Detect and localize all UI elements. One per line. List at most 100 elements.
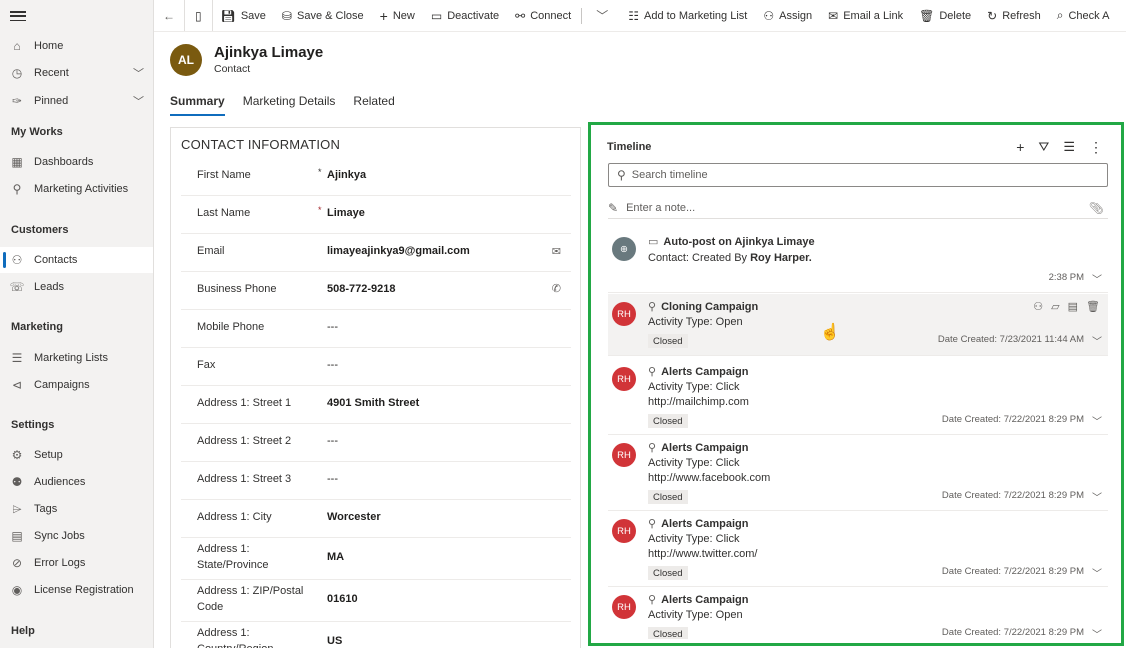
sidebar-item-setup[interactable]: ⚙ Setup xyxy=(0,442,153,468)
phone-person-icon: ☏ xyxy=(9,280,25,294)
sidebar-item-label: Marketing Activities xyxy=(34,183,129,195)
sidebar-item-audiences[interactable]: ⚉ Audiences xyxy=(0,469,153,495)
sidebar-item-marketing-lists[interactable]: ☰ Marketing Lists xyxy=(0,345,153,371)
timeline-item[interactable]: RH ⚲ Alerts Campaign Activity Type: Clic… xyxy=(608,511,1108,587)
save-button[interactable]: 💾︎ Save xyxy=(213,0,274,31)
assign-icon[interactable]: ⚇ xyxy=(1033,300,1043,313)
phone-icon[interactable]: ✆ xyxy=(552,282,561,295)
sidebar-item-home[interactable]: ⌂ Home xyxy=(0,33,153,59)
field-value[interactable]: limayeajinkya9@gmail.com xyxy=(327,245,470,257)
attachment-icon[interactable]: 📎︎ xyxy=(1089,201,1104,215)
save-close-button[interactable]: ⛁ Save & Close xyxy=(274,0,372,31)
timeline-note-input[interactable]: ✎ Enter a note... 📎︎ xyxy=(608,197,1108,219)
sidebar-item-pinned[interactable]: ✑ Pinned ﹀ xyxy=(0,88,153,114)
field-street-3[interactable]: Address 1: Street 3 --- xyxy=(181,462,571,500)
field-value[interactable]: 508-772-9218 xyxy=(327,283,396,295)
chevron-down-icon[interactable]: ﹀ xyxy=(1092,626,1102,639)
field-value[interactable]: 4901 Smith Street xyxy=(327,397,419,409)
sidebar-item-marketing-activities[interactable]: ⚲ Marketing Activities xyxy=(0,176,153,202)
form-view-button[interactable]: ▯ xyxy=(185,0,212,31)
sidebar-item-recent[interactable]: ◷ Recent ﹀ xyxy=(0,60,153,86)
chevron-down-icon[interactable]: ﹀ xyxy=(133,65,144,81)
field-value[interactable]: Worcester xyxy=(327,511,381,523)
field-fax[interactable]: Fax --- xyxy=(181,348,571,386)
sidebar-item-dashboards[interactable]: ▦ Dashboards xyxy=(0,149,153,175)
chevron-down-icon[interactable]: ﹀ xyxy=(1092,333,1102,348)
sidebar-item-label: Leads xyxy=(34,281,64,293)
sidebar-item-tags[interactable]: ⌲ Tags xyxy=(0,496,153,522)
field-street-1[interactable]: Address 1: Street 1 4901 Smith Street xyxy=(181,386,571,424)
field-value[interactable]: Ajinkya xyxy=(327,169,366,181)
field-first-name[interactable]: First Name * Ajinkya xyxy=(181,158,571,196)
activity-type: Activity Type: Click xyxy=(648,381,740,393)
field-state-province[interactable]: Address 1: State/Province MA xyxy=(181,538,571,580)
timeline-autopost[interactable]: ⊕ ▭ Auto-post on Ajinkya Limaye Contact:… xyxy=(608,229,1108,293)
add-to-marketing-list-button[interactable]: ☷ Add to Marketing List xyxy=(620,0,755,31)
timeline-item[interactable]: RH ⚲ Alerts Campaign Activity Type: Open… xyxy=(608,587,1108,639)
field-business-phone[interactable]: Business Phone 508-772-9218 ✆ xyxy=(181,272,571,310)
field-mobile-phone[interactable]: Mobile Phone --- xyxy=(181,310,571,348)
tab-marketing-details[interactable]: Marketing Details xyxy=(243,94,336,116)
field-value[interactable]: US xyxy=(327,635,342,647)
save-label: Save xyxy=(240,9,266,22)
sidebar-item-license-registration[interactable]: ◉ License Registration xyxy=(0,577,153,603)
chevron-down-icon[interactable]: ﹀ xyxy=(133,93,144,109)
email-link-button[interactable]: ✉ Email a Link xyxy=(820,0,911,31)
back-button[interactable]: ← xyxy=(154,0,184,31)
sidebar-item-sync-jobs[interactable]: ▤ Sync Jobs xyxy=(0,523,153,549)
field-value[interactable]: --- xyxy=(327,359,338,371)
timeline-item-title: ⚲ Cloning Campaign xyxy=(648,300,758,314)
timeline-item[interactable]: RH ⚲ Cloning Campaign Activity Type: Ope… xyxy=(608,294,1108,356)
sidebar-item-error-logs[interactable]: ⊘ Error Logs xyxy=(0,550,153,576)
field-email[interactable]: Email limayeajinkya9@gmail.com ✉ xyxy=(181,234,571,272)
connect-button[interactable]: ⚯ Connect xyxy=(507,0,579,31)
field-street-2[interactable]: Address 1: Street 2 --- xyxy=(181,424,571,462)
send-email-icon[interactable]: ✉ xyxy=(552,245,561,258)
field-value[interactable]: --- xyxy=(327,435,338,447)
field-value[interactable]: 01610 xyxy=(327,593,358,605)
field-value[interactable]: --- xyxy=(327,321,338,333)
field-country-region[interactable]: Address 1: Country/Region US xyxy=(181,622,571,648)
field-city[interactable]: Address 1: City Worcester xyxy=(181,500,571,538)
gear-icon: ⚙ xyxy=(11,448,23,462)
timeline-search-input[interactable]: ⚲ Search timeline xyxy=(608,163,1108,187)
sidebar-item-campaigns[interactable]: ⊲ Campaigns xyxy=(0,372,153,398)
more-options-icon[interactable]: ⋮ xyxy=(1089,139,1103,156)
open-record-icon[interactable]: ▤ xyxy=(1068,300,1078,313)
chevron-down-icon[interactable]: ﹀ xyxy=(1092,271,1102,286)
filter-icon[interactable]: ⛛ xyxy=(1038,139,1049,156)
timeline-item-title: ▭ Auto-post on Ajinkya Limaye xyxy=(648,235,815,249)
chevron-down-icon[interactable]: ﹀ xyxy=(1092,489,1102,504)
sidebar-item-contacts[interactable]: ⚇ Contacts xyxy=(0,247,153,273)
chevron-down-icon[interactable]: ﹀ xyxy=(1092,413,1102,428)
field-value[interactable]: --- xyxy=(327,473,338,485)
hamburger-menu-icon[interactable] xyxy=(10,8,26,24)
add-icon[interactable]: + xyxy=(1016,139,1024,156)
chevron-down-icon[interactable]: ﹀ xyxy=(1092,565,1102,580)
license-icon: ◉ xyxy=(11,583,23,597)
connect-dropdown-button[interactable]: ﹀ xyxy=(584,0,620,31)
field-last-name[interactable]: Last Name * Limaye xyxy=(181,196,571,234)
delete-button[interactable]: 🗑︎ Delete xyxy=(911,0,979,31)
check-access-button[interactable]: ⌕ Check A xyxy=(1049,0,1118,31)
assign-label: Assign xyxy=(779,9,813,22)
sidebar-item-label: Contacts xyxy=(34,254,78,266)
sort-icon[interactable]: ☰ xyxy=(1063,139,1075,156)
item-title: Alerts Campaign xyxy=(661,441,749,454)
field-value[interactable]: MA xyxy=(327,551,344,563)
trash-icon[interactable]: 🗑︎ xyxy=(1086,300,1100,313)
campaign-icon: ⚲ xyxy=(648,301,657,313)
deactivate-button[interactable]: ▭ Deactivate xyxy=(423,0,507,31)
timeline-item[interactable]: RH ⚲ Alerts Campaign Activity Type: Clic… xyxy=(608,359,1108,435)
field-value[interactable]: Limaye xyxy=(327,207,365,219)
tab-summary[interactable]: Summary xyxy=(170,94,225,116)
sidebar-item-leads[interactable]: ☏ Leads xyxy=(0,274,153,300)
timeline-item[interactable]: RH ⚲ Alerts Campaign Activity Type: Clic… xyxy=(608,435,1108,511)
refresh-button[interactable]: ↻ Refresh xyxy=(979,0,1049,31)
field-zip-postal-code[interactable]: Address 1: ZIP/Postal Code 01610 xyxy=(181,580,571,622)
new-button[interactable]: + New xyxy=(372,0,423,31)
assign-button[interactable]: ⚇ Assign xyxy=(755,0,820,31)
tab-related[interactable]: Related xyxy=(353,94,394,116)
sidebar-item-label: Home xyxy=(34,40,64,52)
close-activity-icon[interactable]: ▱ xyxy=(1051,300,1059,313)
